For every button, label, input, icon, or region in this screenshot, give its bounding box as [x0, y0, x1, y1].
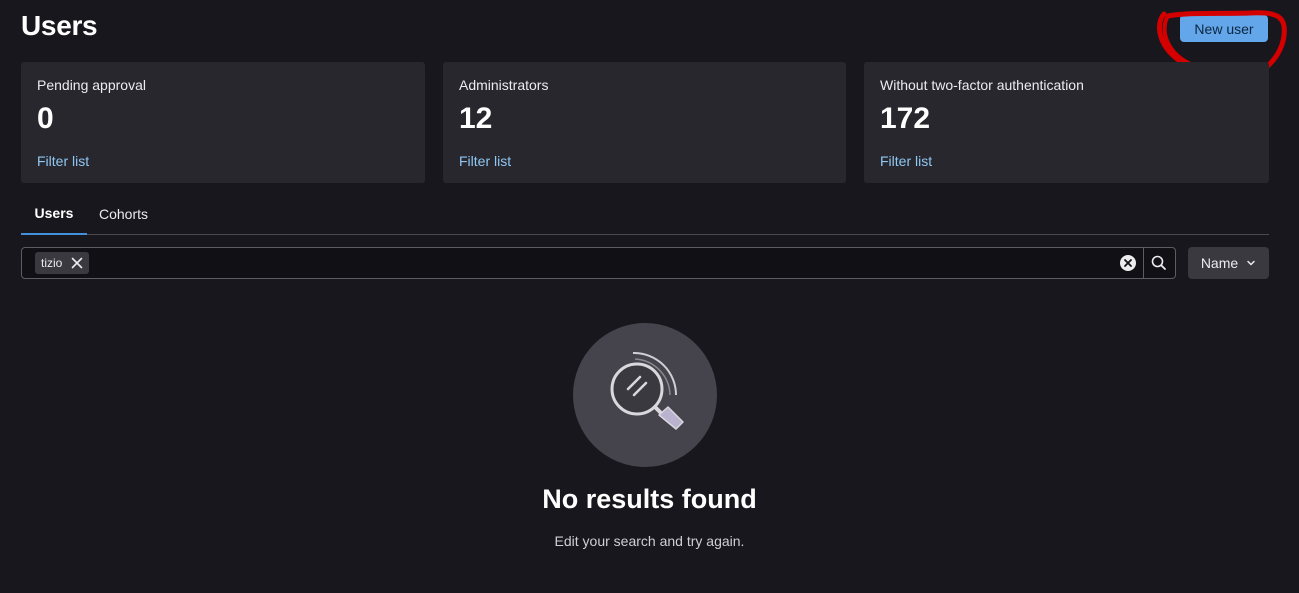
search-token[interactable]: tizio — [35, 252, 90, 274]
empty-state-illustration — [573, 323, 717, 467]
search-token-label: tizio — [41, 256, 63, 270]
stat-label: Administrators — [459, 77, 549, 93]
chevron-down-icon — [1247, 260, 1255, 266]
stat-value: 0 — [37, 102, 54, 135]
stat-value: 172 — [880, 102, 931, 135]
tab-users[interactable]: Users — [21, 192, 87, 235]
filter-list-link[interactable]: Filter list — [880, 153, 932, 169]
stat-label: Without two-factor authentication — [880, 77, 1084, 93]
search-icon[interactable] — [1150, 254, 1168, 272]
close-icon[interactable] — [70, 257, 83, 270]
stat-label: Pending approval — [37, 77, 146, 93]
stat-card-without-2fa: Without two-factor authentication 172 Fi… — [864, 62, 1269, 183]
page-title: Users — [21, 10, 98, 41]
stat-value: 12 — [459, 102, 493, 135]
tab-cohorts[interactable]: Cohorts — [99, 192, 148, 235]
sort-dropdown-label: Name — [1200, 255, 1239, 271]
clear-circle-icon[interactable] — [1119, 254, 1137, 272]
new-user-button[interactable]: New user — [1180, 15, 1268, 42]
sort-dropdown[interactable]: Name — [1188, 247, 1269, 279]
search-input[interactable]: tizio — [21, 247, 1176, 279]
filter-list-link[interactable]: Filter list — [37, 153, 89, 169]
stat-card-pending-approval: Pending approval 0 Filter list — [21, 62, 425, 183]
empty-state-description: Edit your search and try again. — [554, 533, 745, 549]
magnifier-illustration — [610, 351, 684, 430]
search-divider — [1143, 248, 1144, 278]
empty-state-title: No results found — [542, 484, 757, 514]
stat-card-administrators: Administrators 12 Filter list — [443, 62, 846, 183]
filter-list-link[interactable]: Filter list — [459, 153, 511, 169]
tabs: Users Cohorts — [21, 192, 1269, 235]
